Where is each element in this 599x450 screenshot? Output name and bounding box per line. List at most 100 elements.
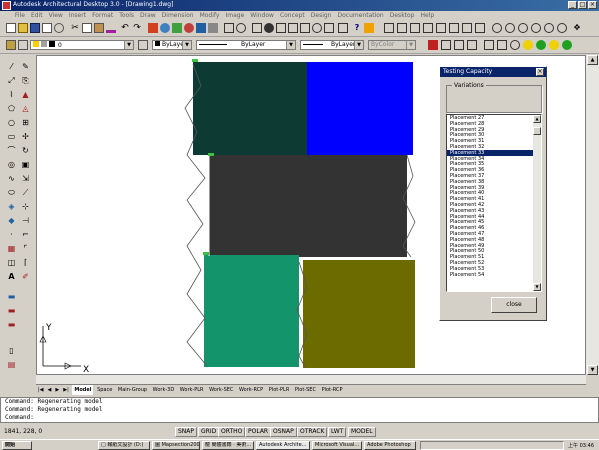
tool-icon-9[interactable] <box>324 23 334 33</box>
tool-icon-8[interactable] <box>312 23 322 33</box>
arc-icon[interactable]: ▭ <box>6 131 17 142</box>
erase-icon[interactable]: ✎ <box>20 61 31 72</box>
ucs-icon-3[interactable] <box>410 23 420 33</box>
list-scrollbar[interactable]: ▲ ▼ <box>533 115 541 291</box>
mtext-icon[interactable]: A <box>6 271 17 282</box>
lengthen-icon[interactable]: ⟋ <box>20 187 31 198</box>
model-toggle[interactable]: MODEL <box>348 427 376 437</box>
polygon-icon[interactable]: ⬠ <box>6 103 17 114</box>
aec-icon-10[interactable] <box>549 40 559 50</box>
tool-icon-4[interactable] <box>208 23 218 33</box>
tool-icon-5[interactable] <box>276 23 286 33</box>
tab-space[interactable]: Space <box>95 385 114 395</box>
ucs-icon-1[interactable] <box>384 23 394 33</box>
preview-icon[interactable] <box>54 23 64 33</box>
tab-nav-last-icon[interactable]: ▶| <box>61 385 71 395</box>
plotstyle-combo[interactable]: ByColor ▼ <box>368 40 416 50</box>
taskbar-item[interactable]: 龍 簡體書籍 · 美術... <box>202 441 254 450</box>
taskbar-item[interactable]: Adobe Photoshop <box>364 441 416 450</box>
tab-plot-plr[interactable]: Plot-PLR <box>267 385 292 395</box>
scale-icon[interactable]: ▣ <box>20 159 31 170</box>
tab-model[interactable]: Model <box>72 385 94 395</box>
menu-edit[interactable]: Edit <box>28 11 46 20</box>
polyline-icon[interactable]: ⌇ <box>6 89 17 100</box>
menu-draw[interactable]: Draw <box>137 11 159 20</box>
redo-icon[interactable]: ↷ <box>132 23 142 33</box>
scroll-down-icon[interactable]: ▼ <box>533 283 541 291</box>
menu-tools[interactable]: Tools <box>116 11 137 20</box>
placement-list-item[interactable]: Placement 54 <box>447 272 541 278</box>
menu-documentation[interactable]: Documentation <box>334 11 386 20</box>
osnap-toggle[interactable]: OSNAP <box>270 427 297 437</box>
rectangle-icon[interactable]: ○ <box>6 117 17 128</box>
zoom-previous-icon[interactable] <box>264 23 274 33</box>
start-button[interactable]: 開始 <box>2 441 32 450</box>
pan-icon[interactable] <box>224 23 234 33</box>
spline-icon[interactable]: ∿ <box>6 173 17 184</box>
command-window[interactable]: Command: Regenerating model Command: Reg… <box>0 397 599 423</box>
menu-desktop[interactable]: Desktop <box>387 11 418 20</box>
globe-icon[interactable] <box>160 23 170 33</box>
close-button[interactable]: × <box>588 1 597 9</box>
tab-work-plr[interactable]: Work-PLR <box>178 385 206 395</box>
menu-view[interactable]: View <box>46 11 66 20</box>
taskbar-item[interactable]: □ 報紙文設計 (D:) <box>98 441 150 450</box>
point-icon[interactable]: · <box>6 229 17 240</box>
dialog-close-button[interactable]: close <box>491 297 537 313</box>
view-icon-1[interactable] <box>492 23 502 33</box>
tool-icon-10[interactable] <box>338 23 348 33</box>
aec-draw-icon-3[interactable]: ▬ <box>6 319 17 330</box>
aec-icon-7[interactable] <box>510 40 520 50</box>
open-icon[interactable] <box>18 23 28 33</box>
paste-icon[interactable] <box>94 23 104 33</box>
copy-object-icon[interactable]: ⎘ <box>20 75 31 86</box>
layer-combo[interactable]: 0 ▼ <box>30 40 134 50</box>
aec-draw-icon-5[interactable]: ▤ <box>6 359 17 370</box>
horizontal-scrollbar[interactable] <box>36 375 586 384</box>
tool-icon-11[interactable] <box>364 23 374 33</box>
fillet-icon[interactable]: ⌈ <box>20 257 31 268</box>
snap-toggle[interactable]: SNAP <box>175 427 198 437</box>
grip-icon[interactable] <box>148 23 158 33</box>
menu-format[interactable]: Format <box>89 11 116 20</box>
ucs-icon-8[interactable] <box>475 23 485 33</box>
pin-icon[interactable]: ✥ <box>572 23 582 33</box>
tab-main-group[interactable]: Main-Group <box>116 385 149 395</box>
print-icon[interactable] <box>42 23 52 33</box>
quick-launch[interactable] <box>38 441 72 450</box>
list-scroll-thumb[interactable] <box>533 127 541 135</box>
aec-icon-5[interactable] <box>484 40 494 50</box>
ucs-icon-7[interactable] <box>462 23 472 33</box>
construction-line-icon[interactable]: ⤢ <box>6 75 17 86</box>
copy-icon[interactable] <box>82 23 92 33</box>
menu-window-1[interactable]: Window <box>247 11 277 20</box>
tab-work-sec[interactable]: Work-SEC <box>207 385 235 395</box>
aec-icon-3[interactable] <box>454 40 464 50</box>
offset-icon[interactable]: ◬ <box>20 103 31 114</box>
close-icon[interactable]: × <box>536 68 544 76</box>
region-icon[interactable]: ◫ <box>6 257 17 268</box>
scroll-down-icon[interactable]: ▼ <box>587 365 598 375</box>
tab-nav-prev-icon[interactable]: ◀ <box>46 385 54 395</box>
match-properties-icon[interactable] <box>106 23 116 33</box>
tab-work-3d[interactable]: Work-3D <box>151 385 177 395</box>
ucs-icon-5[interactable] <box>436 23 446 33</box>
linetype-combo[interactable]: ByLayer ▼ <box>196 40 296 50</box>
menu-help[interactable]: Help <box>418 11 438 20</box>
tab-nav-first-icon[interactable]: |◀ <box>36 385 46 395</box>
aec-draw-icon-2[interactable]: ▬ <box>6 305 17 316</box>
zoom-realtime-icon[interactable] <box>236 23 246 33</box>
mirror-icon[interactable]: ▲ <box>20 89 31 100</box>
stretch-icon[interactable]: ⇲ <box>20 173 31 184</box>
tool-icon-2[interactable] <box>184 23 194 33</box>
tool-icon-7[interactable] <box>300 23 310 33</box>
ucs-icon-2[interactable] <box>397 23 407 33</box>
tab-plot-rcp[interactable]: Plot-RCP <box>320 385 345 395</box>
otrack-toggle[interactable]: OTRACK <box>297 427 328 437</box>
new-icon[interactable] <box>6 23 16 33</box>
aec-icon-11[interactable] <box>562 40 572 50</box>
line-icon[interactable]: ⁄ <box>6 61 17 72</box>
layer-state-icon[interactable] <box>18 40 28 50</box>
taskbar-item-active[interactable]: Autodesk Archite... <box>256 441 310 450</box>
view-icon-6[interactable] <box>557 23 567 33</box>
